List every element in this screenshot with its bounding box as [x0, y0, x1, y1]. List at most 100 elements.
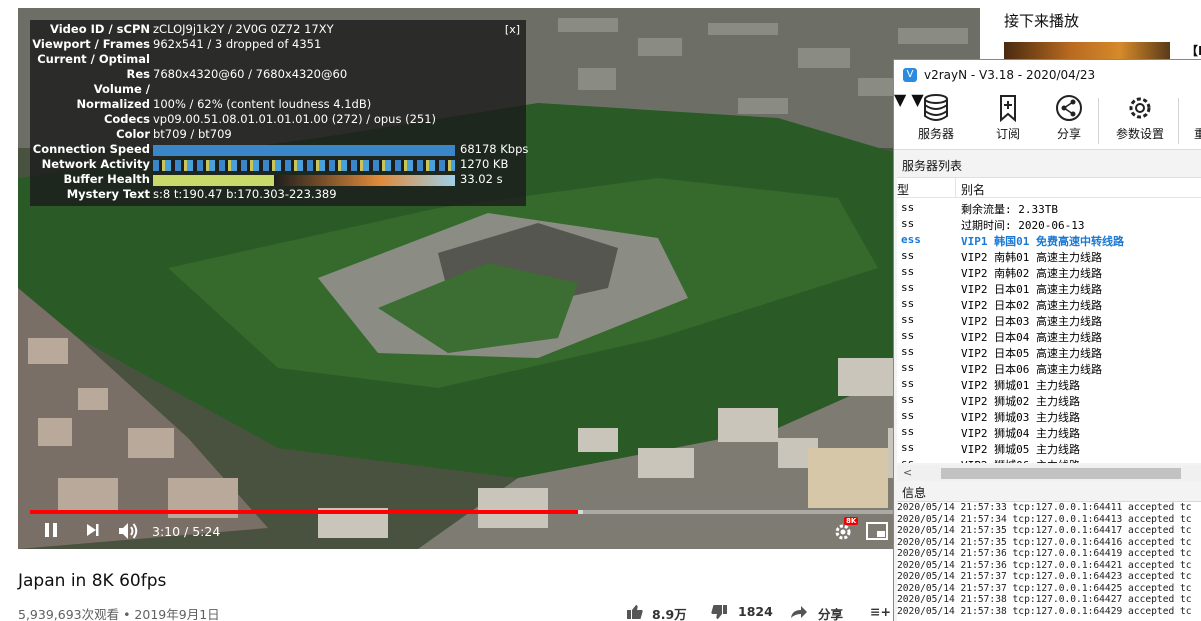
stats-row: Current / Optimal — [30, 52, 526, 67]
server-type: ss — [901, 217, 915, 230]
next-icon[interactable] — [86, 522, 100, 542]
stats-label: Buffer Health — [63, 172, 150, 186]
video-player[interactable]: [x] Video ID / sCPN zCLOJ9j1k2Y / 2V0G 0Z… — [18, 8, 980, 549]
server-row[interactable]: ss VIP2 日本02 高速主力线路 — [897, 296, 1201, 312]
stats-label: Network Activity — [41, 157, 150, 171]
window-titlebar[interactable]: V v2rayN - V3.18 - 2020/04/23 — [894, 60, 1201, 90]
server-alias: VIP2 狮城05 主力线路 — [961, 443, 1080, 456]
connection-speed-bar — [153, 145, 455, 156]
server-row[interactable]: ss VIP2 狮城02 主力线路 — [897, 392, 1201, 408]
settings-button[interactable]: 参数设置 — [1112, 94, 1168, 142]
stats-label: Mystery Text — [66, 187, 150, 201]
server-type: ss — [901, 393, 915, 406]
server-list-label: 服务器列表 — [902, 159, 963, 173]
toolbar-label: 服务器 — [917, 127, 954, 141]
server-row[interactable]: ss VIP2 日本05 高速主力线路 — [897, 344, 1201, 360]
time-display: 3:10 / 5:24 — [152, 524, 221, 539]
server-alias: VIP2 狮城01 主力线路 — [961, 379, 1080, 392]
horizontal-scrollbar[interactable]: < — [897, 465, 1201, 481]
save-to-playlist-button[interactable]: ≡+ — [870, 604, 891, 619]
server-row[interactable]: ss VIP2 日本01 高速主力线路 — [897, 280, 1201, 296]
share-button[interactable]: 分享 — [818, 604, 843, 621]
dislike-icon[interactable] — [710, 604, 728, 621]
bookmark-icon — [1000, 95, 1016, 122]
server-alias: VIP2 狮城06 主力线路 — [961, 457, 1080, 463]
servers-button[interactable]: 服务器 — [914, 94, 958, 142]
column-divider[interactable] — [955, 178, 956, 198]
toolbar-label: 订阅 — [995, 127, 1020, 141]
server-row[interactable]: ss VIP2 日本06 高速主力线路 — [897, 360, 1201, 376]
server-type: ess — [901, 233, 921, 246]
log-line: 2020/05/14 21:57:34 tcp:127.0.0.1:64413 … — [897, 513, 1192, 525]
stats-label: Codecs — [103, 112, 150, 126]
window-title: v2rayN - V3.18 - 2020/04/23 — [924, 68, 1096, 82]
server-alias: VIP2 日本01 高速主力线路 — [961, 283, 1102, 296]
quality-badge: 8K — [844, 517, 859, 525]
server-alias: VIP2 日本06 高速主力线路 — [961, 363, 1102, 376]
dislike-count: 1824 — [738, 604, 773, 619]
stats-value: zCLOJ9j1k2Y / 2V0G 0Z72 17XY — [153, 22, 334, 36]
server-row[interactable]: ss VIP2 南韩01 高速主力线路 — [897, 248, 1201, 264]
volume-icon[interactable] — [118, 522, 140, 544]
server-row[interactable]: ss VIP2 南韩02 高速主力线路 — [897, 264, 1201, 280]
server-alias: 过期时间: 2020-06-13 — [961, 219, 1085, 232]
column-alias[interactable]: 别名 — [961, 181, 985, 198]
like-count: 8.9万 — [652, 607, 687, 621]
server-row[interactable]: ss VIP2 狮城04 主力线路 — [897, 424, 1201, 440]
network-activity-bar — [153, 160, 455, 171]
scrollbar-thumb[interactable] — [941, 468, 1181, 479]
toolbar-icon — [1190, 94, 1201, 122]
stats-label: Current / Optimal — [37, 52, 150, 66]
log-line: 2020/05/14 21:57:37 tcp:127.0.0.1:64423 … — [897, 571, 1192, 582]
server-row[interactable]: ss VIP2 狮城06 主力线路 — [897, 456, 1201, 463]
server-type: ss — [901, 313, 915, 326]
stats-value: 68178 Kbps — [460, 142, 529, 156]
server-alias: VIP2 日本04 高速主力线路 — [961, 331, 1102, 344]
server-type: ss — [901, 329, 915, 342]
miniplayer-icon[interactable] — [866, 522, 888, 544]
stats-bar-row: Connection Speed 68178 Kbps — [30, 142, 529, 157]
column-type[interactable]: 型 — [897, 181, 909, 198]
player-controls: 3:10 / 5:24 8K — [18, 514, 980, 549]
stats-row: Codecs vp09.00.51.08.01.01.01.01.00 (272)… — [30, 112, 526, 127]
server-type: ss — [901, 265, 915, 278]
share-icon[interactable] — [790, 604, 808, 621]
server-row[interactable]: ss VIP2 狮城01 主力线路 — [897, 376, 1201, 392]
reload-button[interactable]: 重 — [1190, 94, 1201, 142]
server-alias: VIP2 日本03 高速主力线路 — [961, 315, 1102, 328]
server-type: ss — [901, 361, 915, 374]
stats-value: 100% / 62% (content loudness 4.1dB) — [153, 97, 372, 111]
toolbar-label: 重 — [1194, 127, 1201, 141]
server-alias: 剩余流量: 2.33TB — [961, 203, 1058, 216]
share-icon — [1056, 95, 1082, 121]
v2rayn-app-icon: V — [903, 68, 917, 82]
server-type: ss — [901, 441, 915, 454]
server-row[interactable]: ss VIP2 日本03 高速主力线路 — [897, 312, 1201, 328]
server-row-selected[interactable]: ess VIP1 韩国01 免费高速中转线路 — [897, 232, 1201, 248]
list-header: 型 别名 — [897, 178, 1201, 198]
server-row[interactable]: ss 过期时间: 2020-06-13 — [897, 216, 1201, 232]
stats-value: vp09.00.51.08.01.01.01.01.00 (272) / opu… — [153, 112, 437, 126]
scroll-left-icon[interactable]: < — [903, 466, 912, 479]
server-row[interactable]: ss VIP2 狮城03 主力线路 — [897, 408, 1201, 424]
server-alias: VIP2 日本02 高速主力线路 — [961, 299, 1102, 312]
stats-label: Viewport / Frames — [32, 37, 150, 51]
pause-icon[interactable] — [44, 522, 58, 542]
stats-value: 1270 KB — [460, 157, 509, 171]
server-alias: VIP2 狮城04 主力线路 — [961, 427, 1080, 440]
server-type: ss — [901, 249, 915, 262]
server-type: ss — [901, 201, 915, 214]
settings-gear-icon[interactable]: 8K — [834, 517, 859, 546]
server-alias: VIP2 南韩02 高速主力线路 — [961, 267, 1102, 280]
server-row[interactable]: ss VIP2 狮城05 主力线路 — [897, 440, 1201, 456]
share-toolbar-button[interactable]: 分享 — [1052, 94, 1086, 142]
like-icon[interactable] — [626, 604, 644, 621]
subscription-button[interactable]: 订阅 — [991, 94, 1025, 142]
stats-row: Normalized 100% / 62% (content loudness 4… — [30, 97, 526, 112]
servers-dropdown-icon[interactable]: ▼ — [894, 90, 906, 109]
stats-value: bt709 / bt709 — [153, 127, 232, 141]
server-row[interactable]: ss 剩余流量: 2.33TB — [897, 200, 1201, 216]
server-row[interactable]: ss VIP2 日本04 高速主力线路 — [897, 328, 1201, 344]
up-next-title[interactable]: 【B — [1186, 42, 1201, 59]
stats-value: s:8 t:190.47 b:170.303-223.389 — [153, 187, 337, 201]
